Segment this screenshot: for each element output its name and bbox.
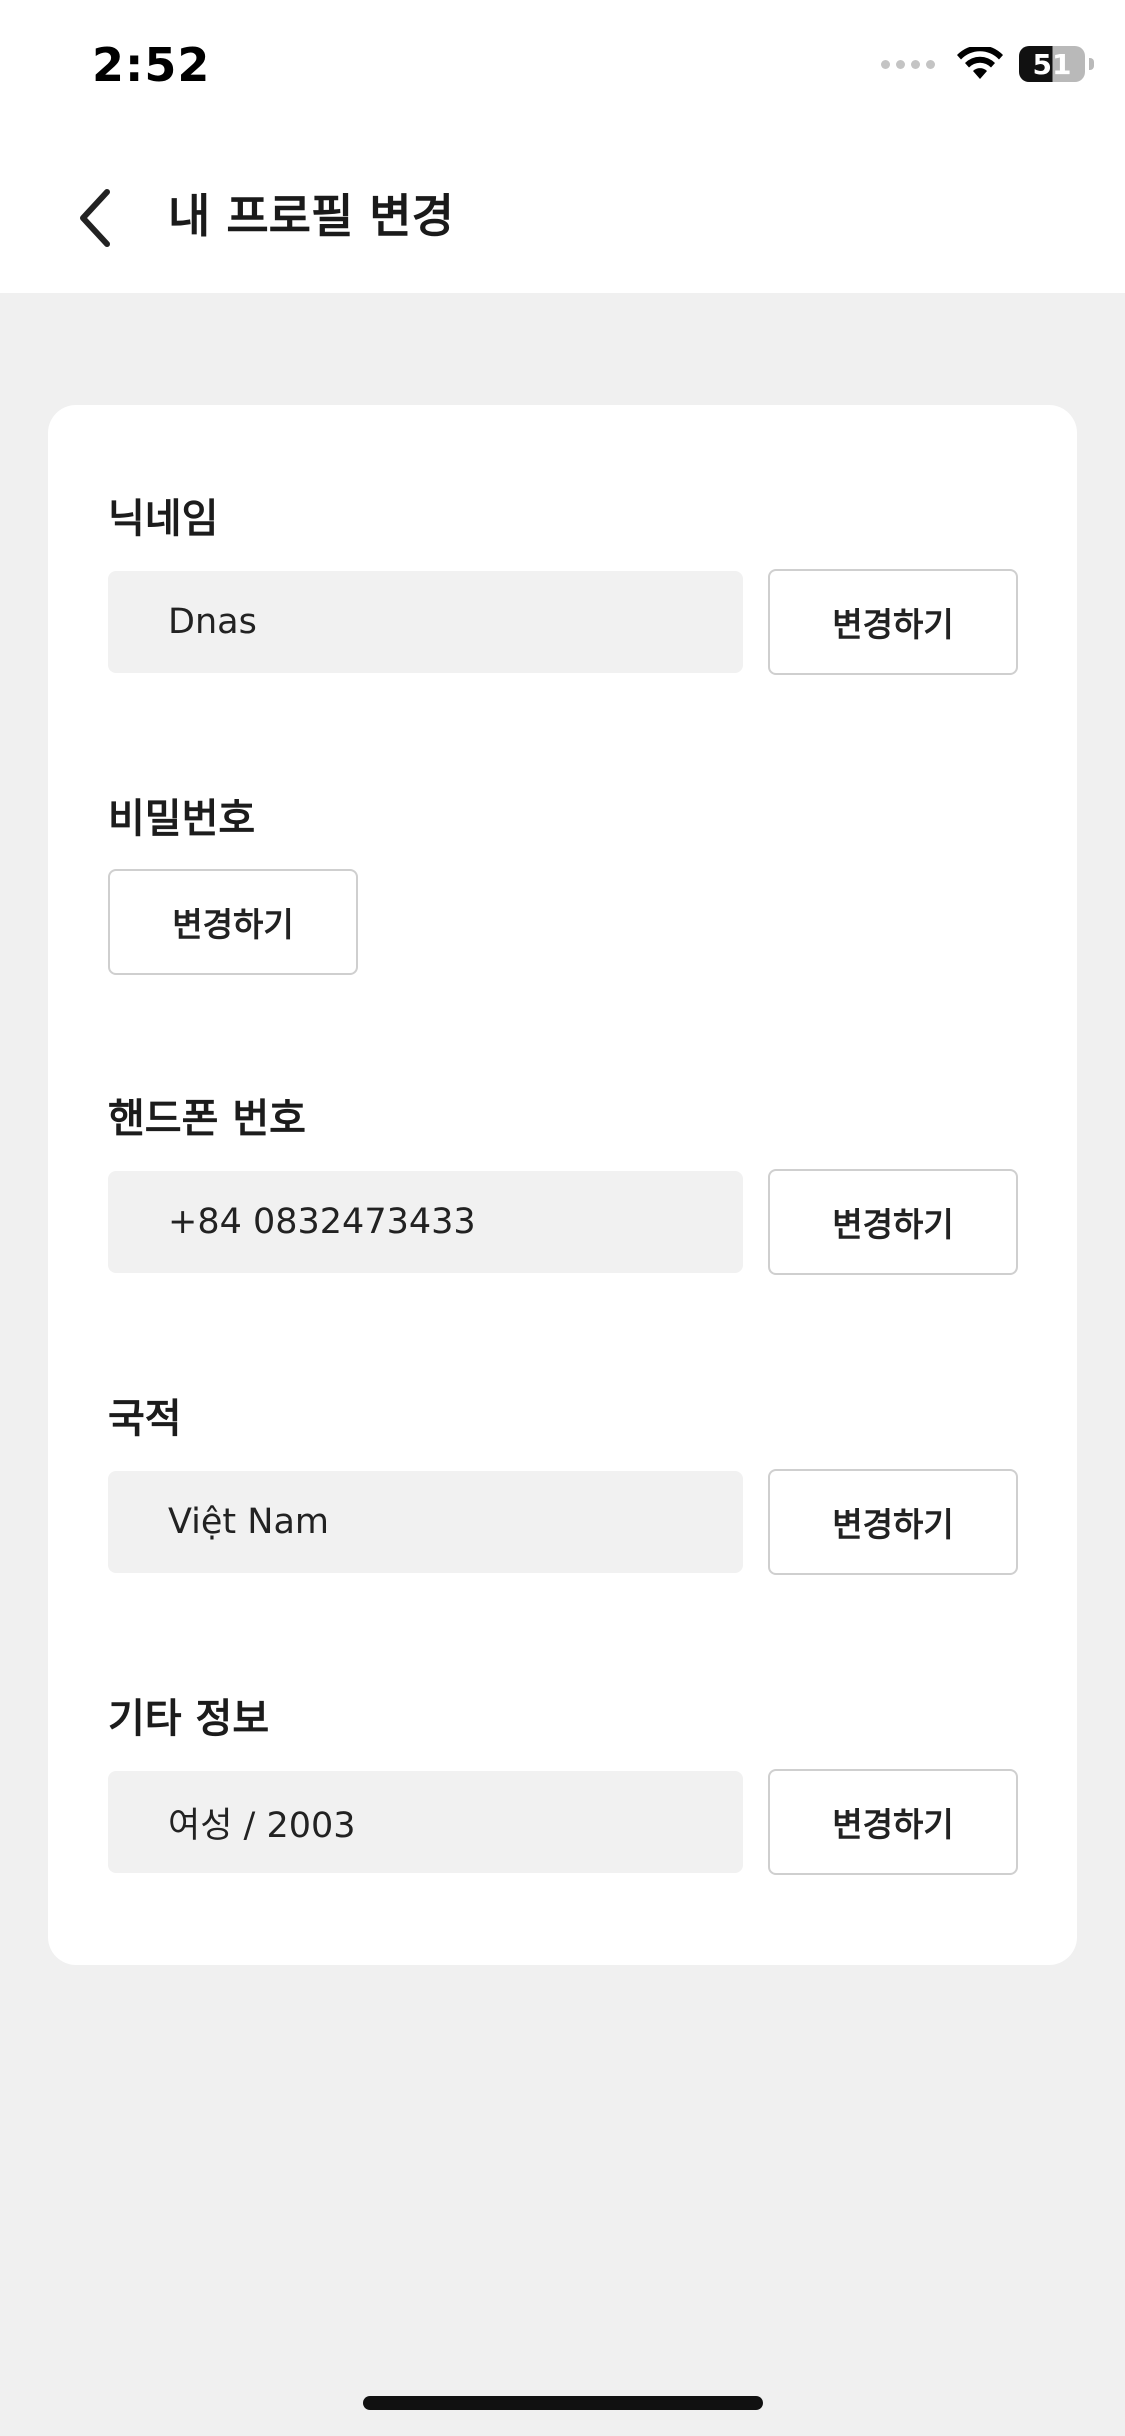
nickname-row: Dnas 변경하기	[108, 569, 1018, 675]
other-info-section: 기타 정보 여성 / 2003 변경하기	[108, 1689, 1018, 1875]
nationality-row: Việt Nam 변경하기	[108, 1469, 1018, 1575]
nationality-section: 국적 Việt Nam 변경하기	[108, 1389, 1018, 1575]
nationality-label: 국적	[108, 1396, 182, 1442]
other-info-field[interactable]: 여성 / 2003	[108, 1771, 743, 1873]
password-label: 비밀번호	[108, 796, 256, 842]
chevron-left-icon	[80, 189, 110, 247]
home-indicator[interactable]	[363, 2396, 763, 2410]
nationality-field[interactable]: Việt Nam	[108, 1471, 743, 1573]
battery-level: 51	[1032, 47, 1072, 81]
battery-icon: 51	[1019, 46, 1094, 82]
phone-label: 핸드폰 번호	[108, 1096, 306, 1142]
nickname-field[interactable]: Dnas	[108, 571, 743, 673]
other-info-row: 여성 / 2003 변경하기	[108, 1769, 1018, 1875]
status-icons: 51	[881, 46, 1094, 82]
status-time: 2:52	[92, 38, 211, 92]
back-button[interactable]	[60, 178, 130, 258]
cellular-signal-icon	[881, 59, 935, 69]
password-section: 비밀번호 변경하기	[108, 789, 1018, 975]
phone-row: +84 0832473433 변경하기	[108, 1169, 1018, 1275]
status-bar: 2:52 51	[0, 0, 1125, 140]
password-row: 변경하기	[108, 869, 1018, 975]
change-nationality-button[interactable]: 변경하기	[768, 1469, 1018, 1575]
change-phone-button[interactable]: 변경하기	[768, 1169, 1018, 1275]
wifi-icon	[957, 47, 1003, 79]
change-password-button[interactable]: 변경하기	[108, 869, 358, 975]
change-nickname-button[interactable]: 변경하기	[768, 569, 1018, 675]
phone-field[interactable]: +84 0832473433	[108, 1171, 743, 1273]
nickname-label: 닉네임	[108, 496, 219, 542]
other-info-label: 기타 정보	[108, 1696, 270, 1742]
nav-header: 내 프로필 변경	[0, 140, 1125, 293]
change-other-info-button[interactable]: 변경하기	[768, 1769, 1018, 1875]
nickname-section: 닉네임 Dnas 변경하기	[108, 489, 1018, 675]
profile-card: 닉네임 Dnas 변경하기 비밀번호 변경하기 핸드폰 번호 +84 08324…	[48, 405, 1077, 1965]
page-title: 내 프로필 변경	[168, 189, 454, 243]
phone-section: 핸드폰 번호 +84 0832473433 변경하기	[108, 1089, 1018, 1275]
